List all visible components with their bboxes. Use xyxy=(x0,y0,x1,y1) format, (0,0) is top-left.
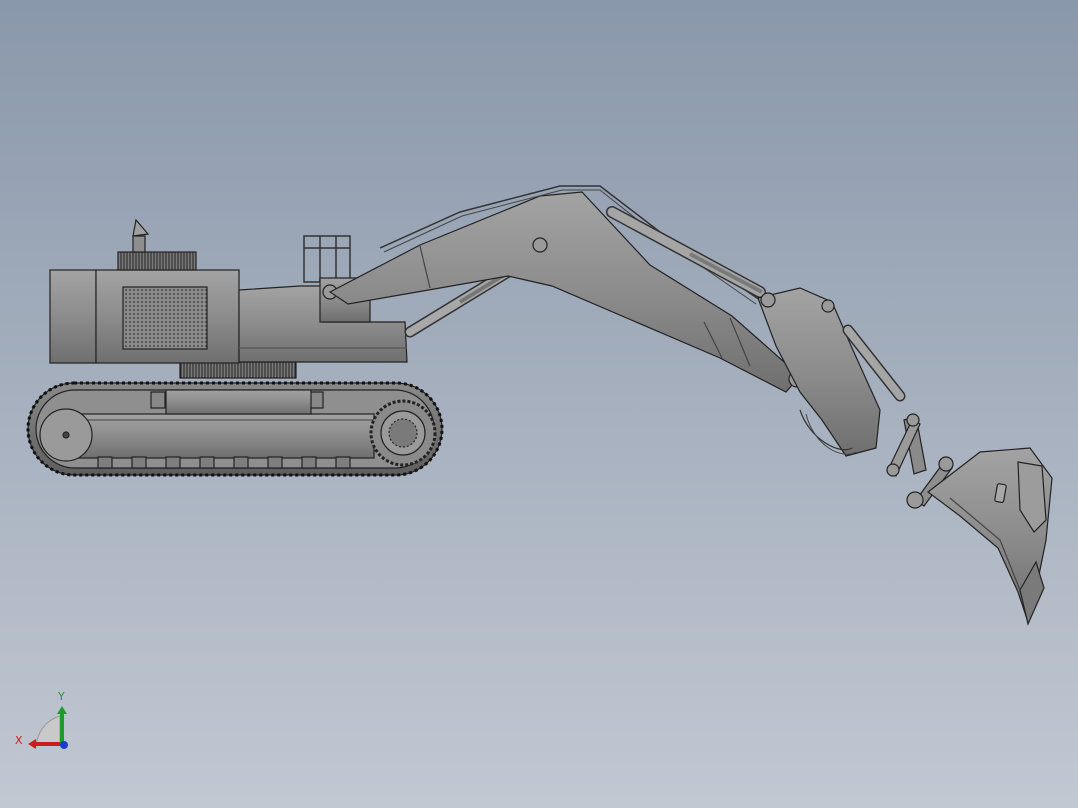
boom-cylinder-pin xyxy=(532,237,548,253)
triad-plane xyxy=(35,715,61,746)
cab-guard-rail xyxy=(303,235,351,283)
coordinate-triad: X Y xyxy=(15,690,68,749)
triad-y-label: Y xyxy=(57,690,65,703)
exhaust-pipe xyxy=(132,218,150,253)
engine-top-vent xyxy=(117,251,197,271)
car-body xyxy=(165,389,312,415)
arm-top-pin xyxy=(760,292,776,308)
arm[interactable] xyxy=(757,287,954,509)
engine-grill xyxy=(122,286,208,350)
graphics-viewport[interactable]: X Y xyxy=(0,0,1078,808)
counterweight xyxy=(49,269,97,364)
arm-link-pin xyxy=(821,299,835,313)
swing-bearing xyxy=(179,361,297,379)
track-assembly[interactable] xyxy=(26,361,444,477)
triad-x-label: X xyxy=(15,734,23,747)
triad-z-axis xyxy=(60,741,68,749)
sprocket-wheel xyxy=(369,399,437,467)
excavator-model[interactable]: X Y xyxy=(0,0,1078,808)
